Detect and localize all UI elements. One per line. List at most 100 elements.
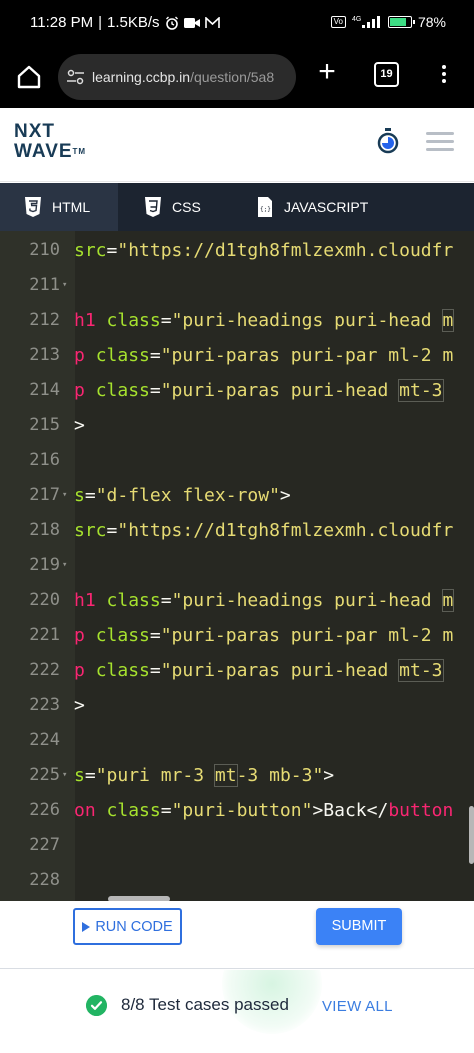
code-line[interactable]: 211 ▾ <box>0 268 474 303</box>
code-token: class <box>95 625 150 646</box>
view-all-link[interactable]: VIEW ALL <box>322 998 393 1015</box>
code-line[interactable]: 221 p class="puri-paras puri-par ml-2 m <box>0 618 474 653</box>
site-settings-icon[interactable] <box>66 69 86 85</box>
code-token: > <box>323 765 335 786</box>
code-line[interactable]: 215 > <box>0 408 474 443</box>
line-number: 211 <box>29 275 60 295</box>
url-host: learning.ccbp.in <box>92 69 191 85</box>
code-token: class <box>106 590 161 611</box>
code-line[interactable]: 220 h1 class="puri-headings puri-head m <box>0 583 474 618</box>
code-token: p <box>74 345 85 366</box>
action-bar: RUN CODE SUBMIT <box>0 901 474 969</box>
code-editor[interactable]: 210 src="https://d1tgh8fmlzexmh.cloudfr 21… <box>0 231 474 901</box>
code-text: p class="puri-paras puri-par ml-2 m <box>74 338 453 373</box>
tab-html-label: HTML <box>52 199 91 215</box>
code-line[interactable]: 216 <box>0 443 474 478</box>
line-number: 219 <box>29 555 60 575</box>
battery-icon <box>387 16 415 28</box>
line-number: 225 <box>29 765 60 785</box>
line-number: 224 <box>29 730 60 750</box>
vertical-scrollbar[interactable] <box>469 806 474 864</box>
fold-toggle-icon[interactable]: ▾ <box>62 758 67 793</box>
code-token: s <box>74 485 85 506</box>
tab-count-button[interactable]: 19 <box>374 62 399 87</box>
hamburger-menu-icon[interactable] <box>426 132 454 152</box>
check-circle-icon <box>86 995 107 1016</box>
code-line[interactable]: 226 on class="puri-button">Back</button <box>0 793 474 828</box>
line-number: 222 <box>29 660 60 680</box>
code-line[interactable]: 210 src="https://d1tgh8fmlzexmh.cloudfr <box>0 233 474 268</box>
fold-toggle-icon[interactable]: ▾ <box>62 478 67 513</box>
line-number: 216 <box>29 450 60 470</box>
code-token: class <box>106 800 161 821</box>
code-line[interactable]: 218 src="https://d1tgh8fmlzexmh.cloudfr <box>0 513 474 548</box>
new-tab-icon[interactable]: + <box>312 57 342 88</box>
code-line[interactable]: 224 <box>0 723 474 758</box>
code-token: "puri-paras puri-head <box>160 660 400 681</box>
code-line[interactable]: 223 > <box>0 688 474 723</box>
code-line[interactable]: 213 p class="puri-paras puri-par ml-2 m <box>0 338 474 373</box>
fold-toggle-icon[interactable]: ▾ <box>62 548 67 583</box>
status-bar: 11:28 PM | 1.5KB/s Vo 4G 78% <box>0 0 474 52</box>
fold-toggle-icon[interactable]: ▾ <box>62 268 67 303</box>
code-token: p <box>74 625 85 646</box>
code-token: = <box>84 765 96 786</box>
code-token: > <box>74 415 85 436</box>
more-options-icon[interactable] <box>436 62 452 90</box>
code-token: = <box>149 625 161 646</box>
code-token: = <box>149 660 161 681</box>
status-left: 11:28 PM | 1.5KB/s <box>30 14 220 31</box>
code-token: m <box>441 309 455 332</box>
code-token: on <box>74 800 96 821</box>
code-token: button <box>388 800 454 821</box>
code-line[interactable]: 219 ▾ <box>0 548 474 583</box>
url-bar[interactable]: learning.ccbp.in/question/5a8 <box>58 54 296 100</box>
code-text: p class="puri-paras puri-par ml-2 m <box>74 618 453 653</box>
code-line[interactable]: 214 p class="puri-paras puri-head mt-3 <box>0 373 474 408</box>
code-token: = <box>149 380 161 401</box>
timer-icon[interactable] <box>376 128 400 154</box>
code-text: p class="puri-paras puri-head mt-3 <box>74 373 444 408</box>
code-line[interactable]: 225 ▾ s="puri mr-3 mt-3 mb-3"> <box>0 758 474 793</box>
code-line[interactable]: 217 ▾ s="d-flex flex-row"> <box>0 478 474 513</box>
code-line[interactable]: 212 h1 class="puri-headings puri-head m <box>0 303 474 338</box>
video-icon <box>183 17 200 28</box>
code-token: s <box>74 765 85 786</box>
code-text: > <box>74 408 85 443</box>
code-token: "puri mr-3 <box>95 765 215 786</box>
code-text: src="https://d1tgh8fmlzexmh.cloudfr <box>74 233 453 268</box>
code-token: h1 <box>74 310 96 331</box>
tab-javascript[interactable]: {;} JAVASCRIPT <box>218 183 368 231</box>
code-token: m <box>441 589 455 612</box>
tab-html[interactable]: HTML <box>0 183 118 231</box>
code-line[interactable]: 227 <box>0 828 474 863</box>
code-token: p <box>74 380 85 401</box>
code-token: "puri-paras puri-head <box>160 380 400 401</box>
code-token: "puri-paras puri-par ml-2 m <box>160 625 454 646</box>
code-text: p class="puri-paras puri-head mt-3 <box>74 653 444 688</box>
home-icon[interactable] <box>15 63 43 91</box>
play-icon <box>82 921 91 932</box>
code-line[interactable]: 222 p class="puri-paras puri-head mt-3 <box>0 653 474 688</box>
code-text: h1 class="puri-headings puri-head m <box>74 583 455 618</box>
code-token: h1 <box>74 590 96 611</box>
css3-icon <box>145 197 161 217</box>
code-token: > <box>279 485 291 506</box>
code-token: class <box>95 345 150 366</box>
code-line[interactable]: 228 <box>0 863 474 898</box>
code-token: src <box>74 240 107 261</box>
line-number: 213 <box>29 345 60 365</box>
code-token: "puri-button" <box>171 800 313 821</box>
tab-css[interactable]: CSS <box>118 183 218 231</box>
test-result-bar: 8/8 Test cases passed VIEW ALL <box>0 970 474 1053</box>
code-token: = <box>84 485 96 506</box>
code-token: "puri-headings puri-head <box>171 310 443 331</box>
submit-button[interactable]: SUBMIT <box>316 908 402 945</box>
code-token: mt <box>213 764 238 787</box>
nxtwave-logo[interactable]: NXT WAVETM <box>14 122 86 162</box>
run-code-button[interactable]: RUN CODE <box>73 908 182 945</box>
mail-icon <box>204 16 220 28</box>
tab-css-label: CSS <box>172 199 201 215</box>
